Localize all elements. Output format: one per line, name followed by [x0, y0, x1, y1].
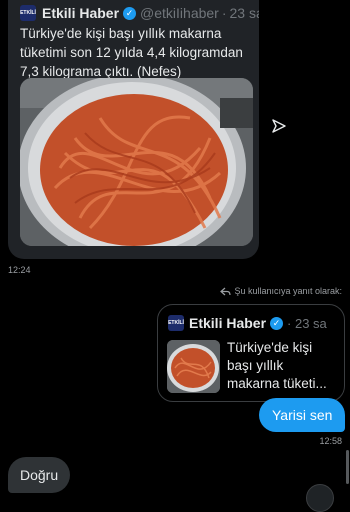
- quoted-author-name: Etkili Haber: [189, 315, 267, 331]
- tweet-header: ETKİLİ Etkili Haber ✓ @etkiIihaber · 23 …: [20, 4, 259, 22]
- reply-arrow-icon: [220, 287, 232, 295]
- quoted-tweet-thumbnail: [167, 340, 220, 393]
- pasta-pot-image: [20, 78, 253, 246]
- reply-note-text: Şu kullanıcıya yanıt olarak:: [234, 286, 342, 296]
- tweet-time: 23 sa: [229, 5, 259, 21]
- quoted-tweet-time: 23 sa: [294, 315, 327, 331]
- quoted-tweet-text: Türkiye'de kişi başı yıllık makarna tüke…: [227, 340, 327, 391]
- reply-note: Şu kullanıcıya yanıt olarak:: [220, 286, 342, 296]
- pasta-photo[interactable]: [20, 78, 253, 246]
- separator-dot: ·: [287, 315, 295, 331]
- author-handle: @etkiIihaber: [140, 5, 219, 21]
- separator-dot: ·: [221, 5, 227, 21]
- sent-message-bubble[interactable]: Yarisi sen: [259, 398, 346, 432]
- received-message-bubble[interactable]: Doğru: [8, 457, 71, 493]
- tweet-text: Türkiye'de kişi başı yıllık makarna tüke…: [20, 26, 243, 79]
- quoted-author-avatar: ETKİLİ: [168, 315, 184, 331]
- shared-tweet-card[interactable]: ETKİLİ Etkili Haber ✓ @etkiIihaber · 23 …: [8, 0, 259, 259]
- scrollbar[interactable]: [346, 450, 349, 484]
- verified-badge-icon: ✓: [123, 6, 137, 20]
- scroll-down-icon[interactable]: [306, 484, 334, 512]
- author-avatar[interactable]: ETKİLİ: [20, 5, 36, 21]
- message-time: 12:58: [319, 436, 342, 446]
- quoted-tweet-header: ETKİLİ Etkili Haber ✓ · 23 sa: [168, 315, 327, 331]
- pasta-thumbnail-image: [167, 340, 220, 393]
- author-name[interactable]: Etkili Haber: [42, 5, 119, 21]
- quoted-tweet-bubble[interactable]: ETKİLİ Etkili Haber ✓ · 23 sa Türkiye'de…: [157, 304, 345, 402]
- share-icon[interactable]: [271, 118, 287, 134]
- message-time: 12:24: [8, 265, 31, 275]
- verified-badge-icon: ✓: [270, 316, 284, 330]
